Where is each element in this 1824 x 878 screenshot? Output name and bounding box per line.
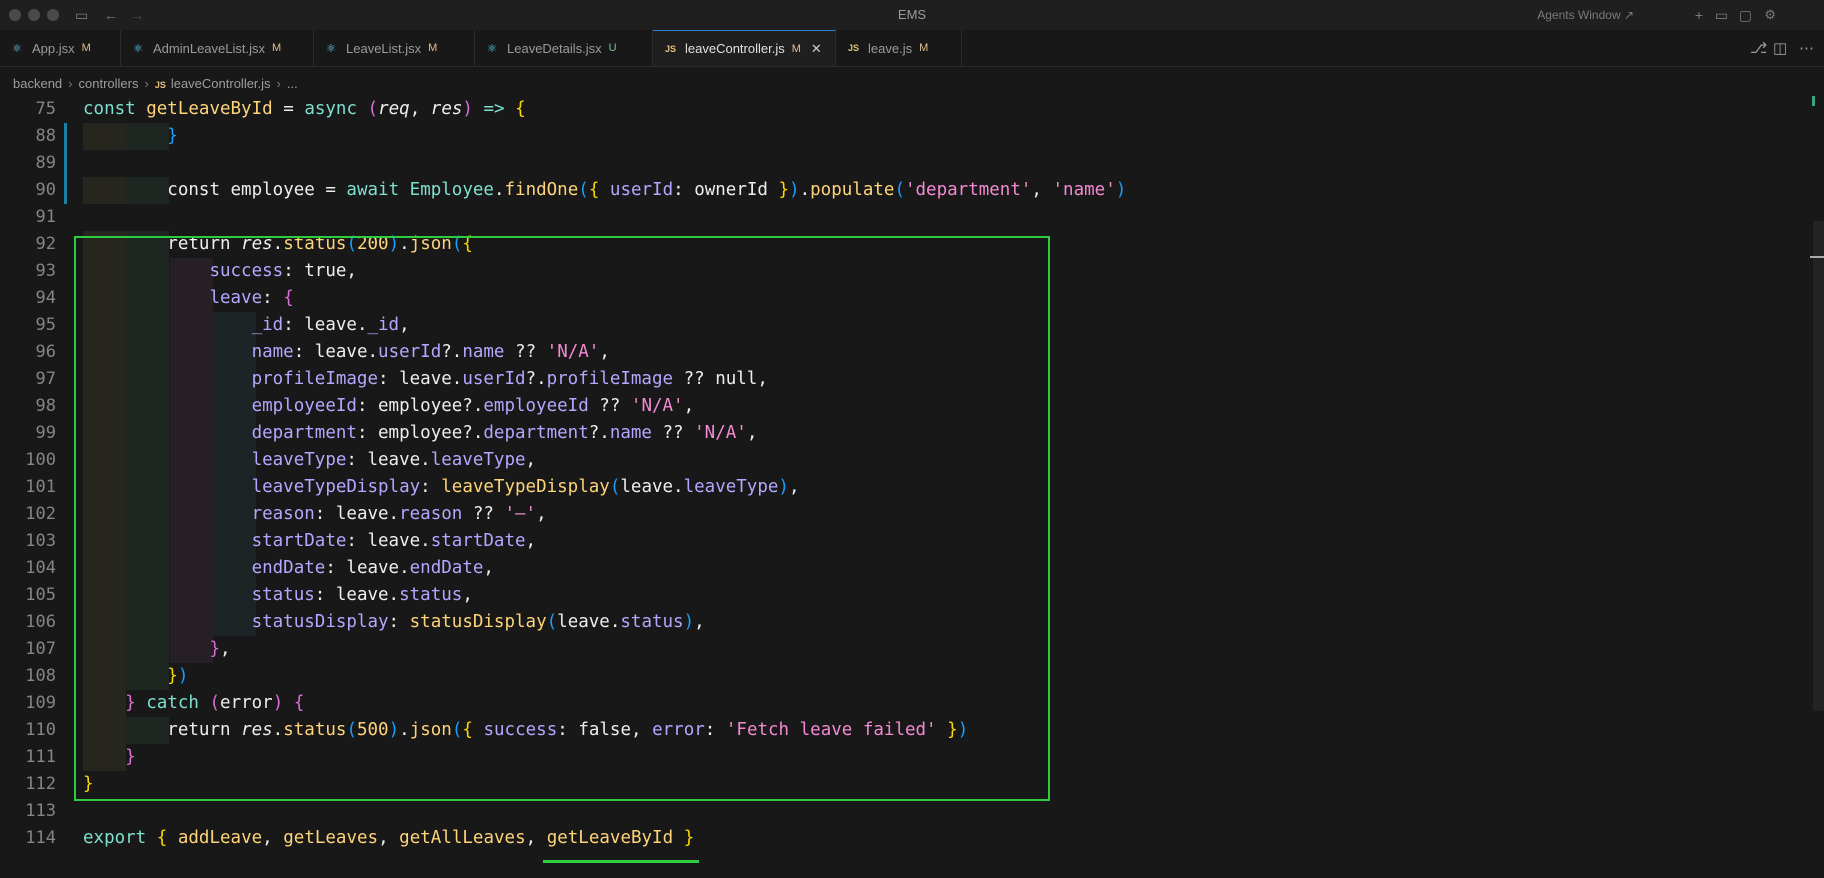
tab-status: M xyxy=(791,42,801,55)
code-line: 75 const getLeaveById = async (req, res)… xyxy=(0,96,1810,123)
tab-adminleavelist-jsx[interactable]: ⚛ AdminLeaveList.jsx M xyxy=(121,30,314,66)
line-number: 92 xyxy=(35,234,56,254)
tab-status: M xyxy=(919,42,929,54)
js-icon: JS xyxy=(848,43,860,53)
line-number: 93 xyxy=(35,261,56,281)
line-number: 96 xyxy=(35,342,56,362)
code-text: const employee = await Employee.findOne(… xyxy=(167,180,1127,200)
breadcrumb-file[interactable]: leaveController.js xyxy=(171,76,271,91)
line-number: 112 xyxy=(25,774,56,794)
code-line: 89 xyxy=(0,150,1810,177)
code-line: 88 } xyxy=(0,123,1810,150)
code-line: 113 xyxy=(0,798,1810,825)
line-number: 91 xyxy=(35,207,56,227)
plus-icon[interactable]: + xyxy=(1695,7,1703,23)
line-number: 89 xyxy=(35,153,56,173)
line-number: 103 xyxy=(25,531,56,551)
tab-app-jsx[interactable]: ⚛ App.jsx M xyxy=(0,30,121,66)
source-control-icon[interactable]: ⎇ xyxy=(1750,39,1767,57)
tab-label: LeaveDetails.jsx xyxy=(507,40,602,56)
line-number: 88 xyxy=(35,126,56,146)
panel-icon[interactable]: ▭ xyxy=(1715,7,1728,24)
chevron-right-icon: › xyxy=(144,76,149,91)
vertical-scrollbar[interactable] xyxy=(1810,96,1824,878)
line-number: 111 xyxy=(25,747,56,767)
tab-status: M xyxy=(81,42,91,54)
title-bar: ▭ ← → EMS Agents Window ↗ + ▭ ▢ ⚙ xyxy=(0,0,1824,30)
chevron-right-icon: › xyxy=(68,76,73,91)
breadcrumb: backend › controllers › JS leaveController.js… xyxy=(13,76,298,91)
highlight-underline xyxy=(543,860,699,863)
tab-status: M xyxy=(272,42,282,54)
tab-leavecontroller-js[interactable]: JS leaveController.js M ✕ xyxy=(653,30,836,66)
close-tab-icon[interactable]: ✕ xyxy=(811,41,822,57)
code-text: export { addLeave, getLeaves, getAllLeav… xyxy=(83,828,695,848)
line-number: 108 xyxy=(25,666,56,686)
line-number: 110 xyxy=(25,720,56,740)
selection-highlight-box xyxy=(74,236,1050,801)
line-number: 101 xyxy=(25,477,56,497)
scrollbar-thumb[interactable] xyxy=(1813,221,1824,711)
settings-gear-icon[interactable]: ⚙ xyxy=(1764,7,1776,23)
line-number: 109 xyxy=(25,693,56,713)
chevron-right-icon: › xyxy=(276,76,281,91)
line-number: 90 xyxy=(35,180,56,200)
line-number: 106 xyxy=(25,612,56,632)
line-number: 105 xyxy=(25,585,56,605)
code-line: 114 export { addLeave, getLeaves, getAll… xyxy=(0,825,1810,852)
line-number: 100 xyxy=(25,450,56,470)
react-icon: ⚛ xyxy=(133,42,143,55)
more-actions-icon[interactable]: ⋯ xyxy=(1799,39,1814,57)
line-number: 75 xyxy=(35,99,56,119)
tab-label: leaveController.js xyxy=(685,41,785,56)
line-number: 107 xyxy=(25,639,56,659)
breadcrumb-more[interactable]: ... xyxy=(287,76,298,91)
line-number: 114 xyxy=(25,828,56,848)
tab-label: LeaveList.jsx xyxy=(346,40,422,56)
react-icon: ⚛ xyxy=(12,42,22,55)
tab-leave-js[interactable]: JS leave.js M xyxy=(836,30,962,66)
line-number: 97 xyxy=(35,369,56,389)
chat-icon[interactable]: ▢ xyxy=(1739,7,1752,24)
line-number: 94 xyxy=(35,288,56,308)
line-number: 102 xyxy=(25,504,56,524)
agents-window-link[interactable]: Agents Window ↗ xyxy=(1537,8,1634,22)
code-text: } xyxy=(167,126,178,146)
tab-label: leave.js xyxy=(868,40,913,56)
react-icon: ⚛ xyxy=(326,42,336,55)
tab-leavelist-jsx[interactable]: ⚛ LeaveList.jsx M xyxy=(314,30,475,66)
js-icon: JS xyxy=(154,80,166,90)
tab-label: App.jsx xyxy=(32,40,75,56)
code-text: const getLeaveById = async (req, res) =>… xyxy=(83,99,526,119)
tab-status: U xyxy=(608,42,617,54)
code-line: 91 xyxy=(0,204,1810,231)
line-number: 98 xyxy=(35,396,56,416)
tab-status: M xyxy=(428,42,438,54)
breadcrumb-folder-backend[interactable]: backend xyxy=(13,76,62,91)
js-icon: JS xyxy=(665,43,677,54)
split-editor-icon[interactable]: ◫ xyxy=(1773,39,1787,57)
tab-label: AdminLeaveList.jsx xyxy=(153,40,265,56)
breadcrumb-folder-controllers[interactable]: controllers xyxy=(79,76,139,91)
editor-tab-bar: ⚛ App.jsx M ⚛ AdminLeaveList.jsx M ⚛ Lea… xyxy=(0,30,1824,67)
overview-ruler-marker xyxy=(1812,96,1815,106)
line-number: 104 xyxy=(25,558,56,578)
line-number: 99 xyxy=(35,423,56,443)
line-number: 95 xyxy=(35,315,56,335)
line-number: 113 xyxy=(25,801,56,821)
overview-ruler-cursor xyxy=(1810,256,1824,258)
react-icon: ⚛ xyxy=(487,42,497,55)
code-line: 90 const employee = await Employee.findO… xyxy=(0,177,1810,204)
tab-leavedetails-jsx[interactable]: ⚛ LeaveDetails.jsx U xyxy=(475,30,653,66)
